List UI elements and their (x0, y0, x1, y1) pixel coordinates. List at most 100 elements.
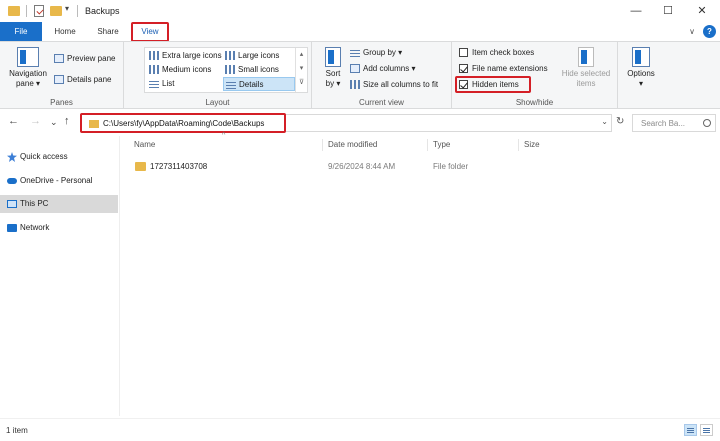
hidden-items-highlight (455, 76, 531, 93)
search-box[interactable]: Search Ba... (632, 114, 716, 132)
layout-list[interactable]: List (147, 77, 221, 91)
search-icon (703, 119, 711, 127)
refresh-button[interactable]: ↻ (616, 116, 624, 127)
size-all-columns-label: Size all columns to fit (363, 80, 439, 89)
search-input[interactable]: Search Ba... (641, 119, 685, 128)
file-type: File folder (433, 162, 469, 171)
sort-caret-icon: ^ (222, 132, 226, 139)
up-button[interactable]: ↑ (64, 115, 70, 127)
column-divider[interactable] (427, 139, 428, 151)
recent-locations-button[interactable]: ⌄ (50, 117, 58, 128)
extra-large-icons-icon (149, 51, 159, 61)
more-layouts-icon[interactable]: ⊽ (296, 76, 307, 90)
tab-view[interactable]: View (131, 22, 169, 42)
add-columns-label: Add columns ▾ (363, 64, 416, 73)
large-icons-icon (225, 51, 235, 61)
cloud-icon (7, 178, 17, 184)
sidebar-item-this-pc[interactable]: This PC (0, 195, 118, 213)
group-by-label: Group by ▾ (363, 48, 403, 57)
preview-pane-button[interactable]: Preview pane (54, 54, 116, 64)
file-name[interactable]: 1727311403708 (150, 162, 207, 171)
close-button[interactable]: ✕ (686, 0, 718, 22)
list-icon (149, 79, 159, 89)
sidebar-item-quick-access[interactable]: Quick access (0, 148, 118, 166)
options-label: Options (627, 69, 655, 78)
ribbon-tabs: File Home Share View ∨ ? (0, 22, 720, 42)
status-bar: 1 item (0, 418, 720, 441)
show-hide-group: Item check boxes File name extensions Hi… (452, 42, 618, 109)
options-button[interactable]: Options ▾ (624, 47, 658, 89)
address-dropdown-button[interactable]: ⌄ (601, 117, 608, 126)
scroll-down-icon[interactable]: ▾ (296, 62, 307, 76)
layout-large-icons[interactable]: Large icons (223, 49, 295, 63)
maximize-button[interactable]: ☐ (652, 0, 684, 22)
navigation-pane-button[interactable]: Navigation pane ▾ (6, 47, 50, 89)
details-view-button[interactable] (684, 424, 697, 436)
sidebar-item-label: This PC (20, 199, 49, 208)
back-button[interactable]: ← (8, 115, 19, 127)
details-pane-button[interactable]: Details pane (54, 75, 111, 85)
tab-home[interactable]: Home (46, 22, 84, 41)
layout-details[interactable]: Details (223, 77, 295, 91)
navigation-pane-label-2: pane ▾ (15, 79, 41, 88)
panes-group: Navigation pane ▾ Preview pane Details p… (0, 42, 124, 109)
sidebar-item-network[interactable]: Network (0, 219, 118, 237)
item-check-boxes-checkbox[interactable] (459, 48, 468, 58)
file-date-modified: 9/26/2024 8:44 AM (328, 162, 396, 171)
ribbon: Navigation pane ▾ Preview pane Details p… (0, 41, 720, 109)
address-row: ← → ⌄ ↑ C:\Users\fy\AppData\Roaming\Code… (0, 112, 720, 134)
layout-item-label: Details (239, 80, 264, 89)
navigation-pane-label: Navigation (9, 69, 47, 78)
options-caret: ▾ (638, 79, 643, 88)
layout-item-label: Large icons (238, 51, 280, 60)
column-divider[interactable] (322, 139, 323, 151)
preview-pane-label: Preview pane (67, 54, 116, 63)
column-divider[interactable] (518, 139, 519, 151)
scroll-up-icon[interactable]: ▴ (296, 48, 307, 62)
show-hide-group-label: Show/hide (515, 98, 554, 107)
column-header-name[interactable]: Name (134, 140, 155, 149)
layout-extra-large-icons[interactable]: Extra large icons (147, 49, 222, 63)
group-by-button[interactable]: Group by ▾ (350, 48, 403, 58)
add-columns-icon (350, 64, 360, 74)
layout-item-label: Extra large icons (162, 51, 222, 60)
hide-selected-label: Hide selected (561, 69, 611, 78)
small-icons-icon (225, 65, 235, 75)
item-check-boxes-option[interactable]: Item check boxes (459, 48, 534, 58)
column-header-type[interactable]: Type (433, 140, 450, 149)
sidebar-item-onedrive[interactable]: OneDrive - Personal (0, 172, 118, 190)
sort-by-label: Sort (325, 69, 341, 78)
sidebar-item-label: OneDrive - Personal (20, 176, 93, 185)
current-view-group: Sort by ▾ Group by ▾ Add columns ▾ Size … (312, 42, 452, 109)
hide-selected-icon (578, 47, 594, 67)
tab-file[interactable]: File (0, 22, 42, 41)
column-header-size[interactable]: Size (524, 140, 540, 149)
layout-small-icons[interactable]: Small icons (223, 63, 295, 77)
hide-selected-items-button[interactable]: Hide selected items (558, 47, 614, 89)
layout-item-label: Medium icons (162, 65, 212, 74)
current-view-group-label: Current view (359, 98, 404, 107)
layout-scrollbar[interactable]: ▴ ▾ ⊽ (295, 48, 307, 92)
add-columns-button[interactable]: Add columns ▾ (350, 64, 416, 74)
ribbon-collapse-button[interactable]: ∨ (686, 22, 698, 41)
minimize-button[interactable]: — (620, 0, 652, 22)
network-icon (7, 224, 17, 232)
tab-share[interactable]: Share (88, 22, 128, 41)
column-header-date-modified[interactable]: Date modified (328, 140, 377, 149)
properties-icon[interactable] (34, 5, 44, 17)
panes-group-label: Panes (50, 98, 73, 107)
layout-item-label: List (162, 79, 175, 88)
layout-medium-icons[interactable]: Medium icons (147, 63, 221, 77)
quick-access-toolbar-caret[interactable]: ▾ (65, 4, 69, 16)
file-name-extensions-checkbox[interactable] (459, 64, 468, 74)
file-name-extensions-label: File name extensions (472, 64, 548, 73)
layout-gallery: Extra large icons Large icons Medium ico… (144, 47, 308, 93)
large-icons-view-button[interactable] (700, 424, 713, 436)
table-row[interactable]: 1727311403708 9/26/2024 8:44 AM File fol… (128, 158, 548, 176)
new-folder-icon[interactable] (50, 6, 62, 16)
sort-by-button[interactable]: Sort by ▾ (320, 47, 346, 89)
forward-button[interactable]: → (30, 115, 41, 127)
size-all-columns-button[interactable]: Size all columns to fit (350, 80, 439, 90)
file-name-extensions-option[interactable]: File name extensions (459, 64, 548, 74)
help-button[interactable]: ? (703, 25, 716, 38)
